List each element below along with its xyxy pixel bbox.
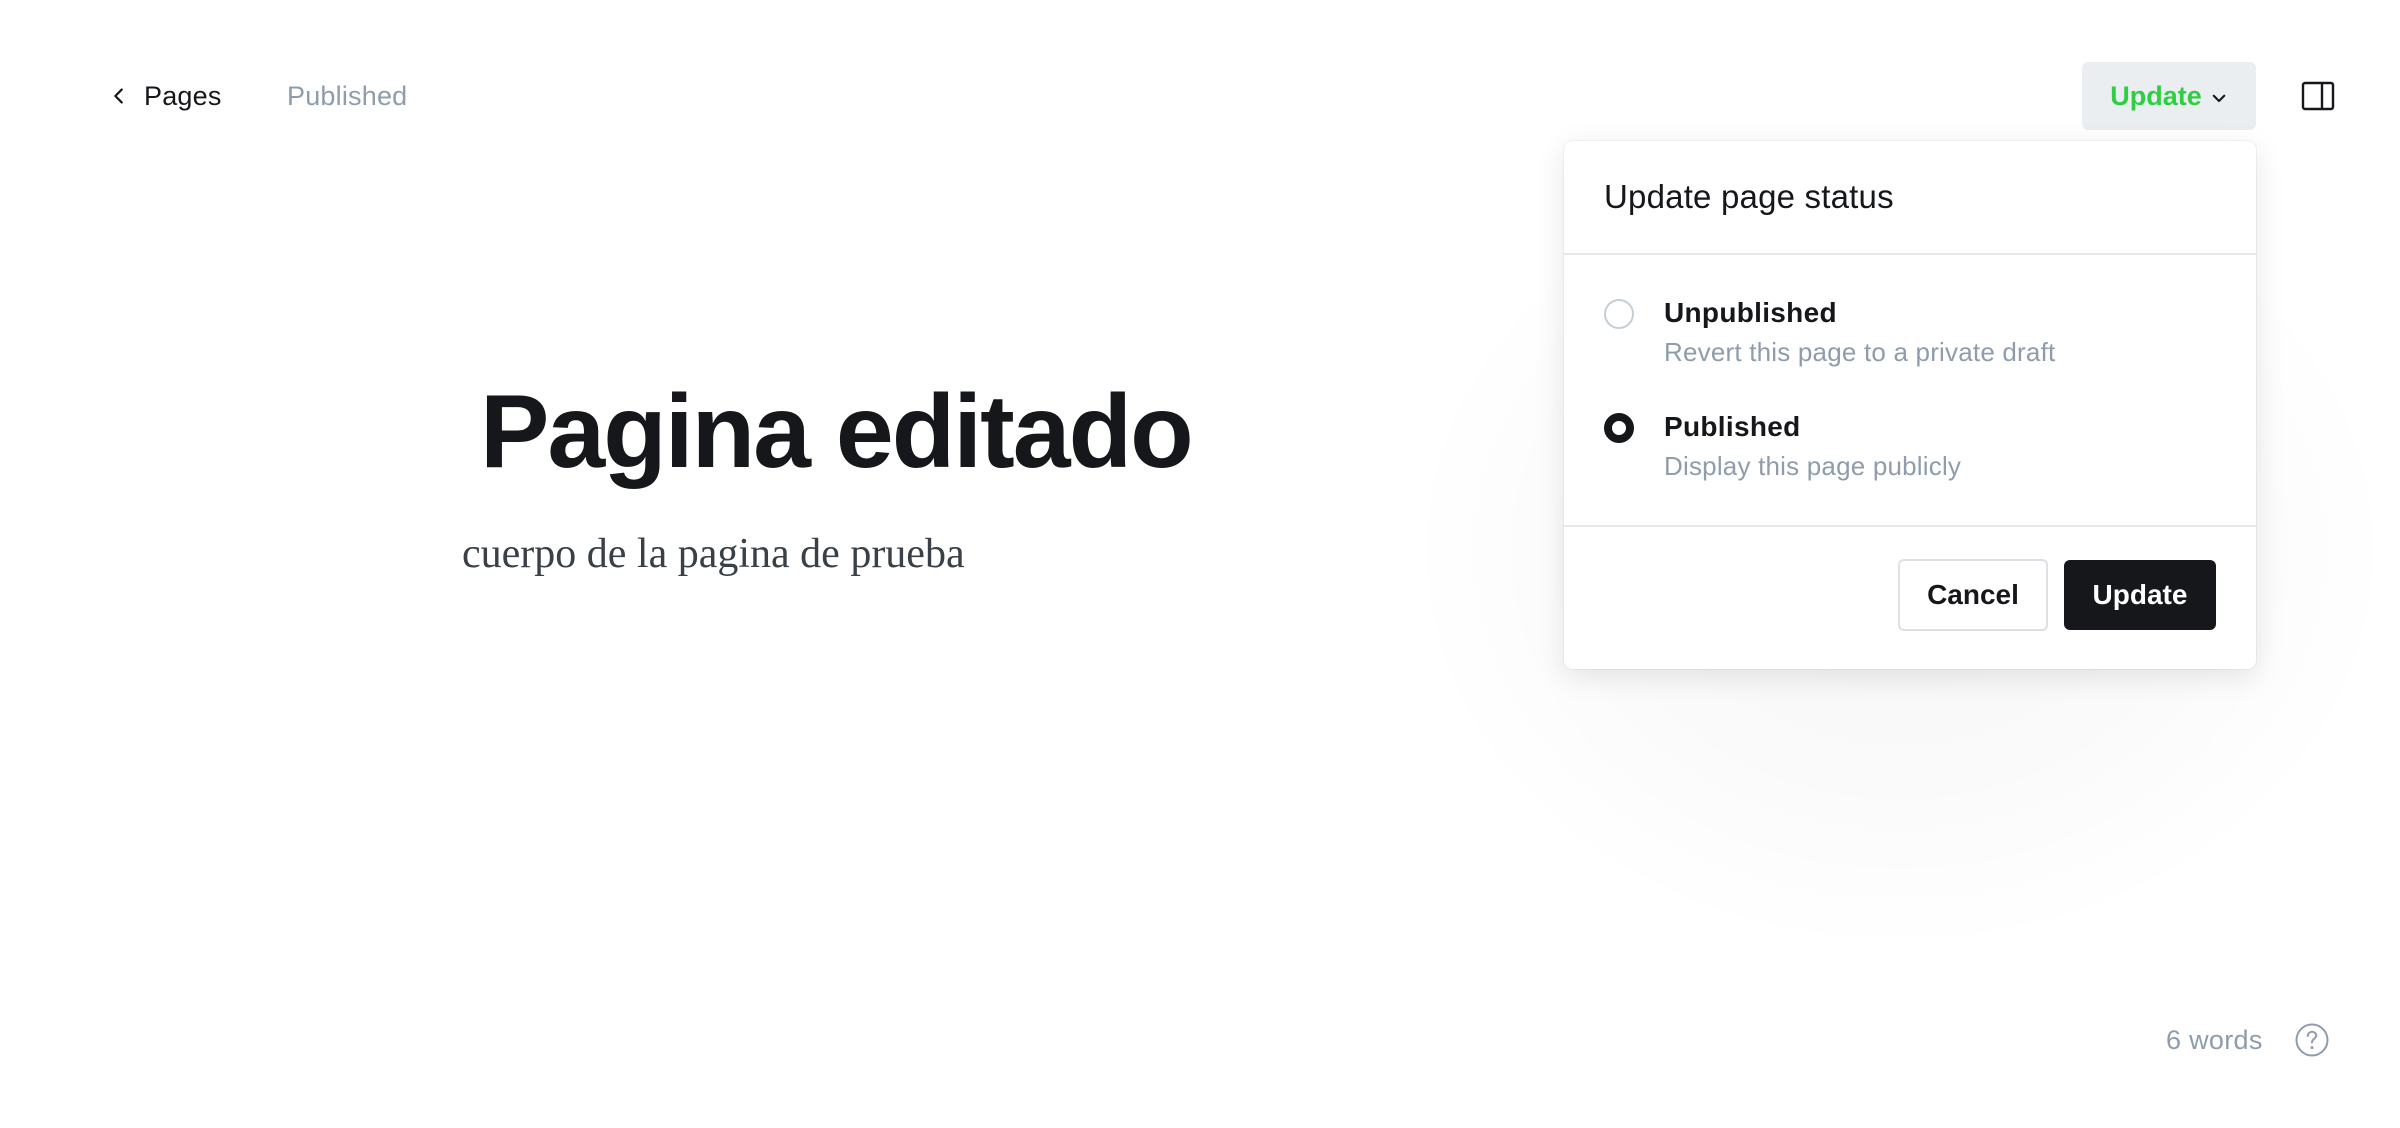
update-button[interactable]: Update [2064,560,2216,630]
back-to-pages-link[interactable]: Pages [108,76,222,116]
popover-header: Update page status [1564,141,2256,255]
post-status: Published [287,80,408,111]
option-label: Unpublished [1664,297,1837,328]
post-title[interactable]: Pagina editado [480,380,1194,484]
cancel-button[interactable]: Cancel [1898,559,2048,631]
option-label: Published [1664,411,1801,442]
update-dropdown-label: Update [2110,80,2202,111]
popover-title: Update page status [1604,178,1894,215]
update-dropdown-button[interactable]: Update [2082,62,2256,130]
option-published[interactable]: Published Display this page publicly [1564,409,2256,523]
option-unpublished[interactable]: Unpublished Revert this page to a privat… [1564,295,2256,409]
editor-page: Pages Published Update Pagina editado cu… [0,0,2400,1128]
radio-unpublished[interactable] [1604,299,1634,329]
post-body[interactable]: cuerpo de la pagina de prueba [462,530,965,578]
status-options: Unpublished Revert this page to a privat… [1564,255,2256,523]
update-status-popover: Update page status Unpublished Revert th… [1564,141,2256,669]
word-count: 6 words [2166,1024,2263,1055]
sidebar-panel-icon[interactable] [2300,78,2336,114]
option-description: Display this page publicly [1664,451,1962,481]
popover-footer: Cancel Update [1564,525,2256,669]
option-description: Revert this page to a private draft [1664,337,2056,367]
chevron-down-icon [2212,94,2226,103]
back-link-label: Pages [144,80,222,111]
chevron-left-icon [114,88,123,104]
radio-published[interactable] [1604,413,1634,443]
question-circle-icon[interactable] [2294,1022,2330,1058]
